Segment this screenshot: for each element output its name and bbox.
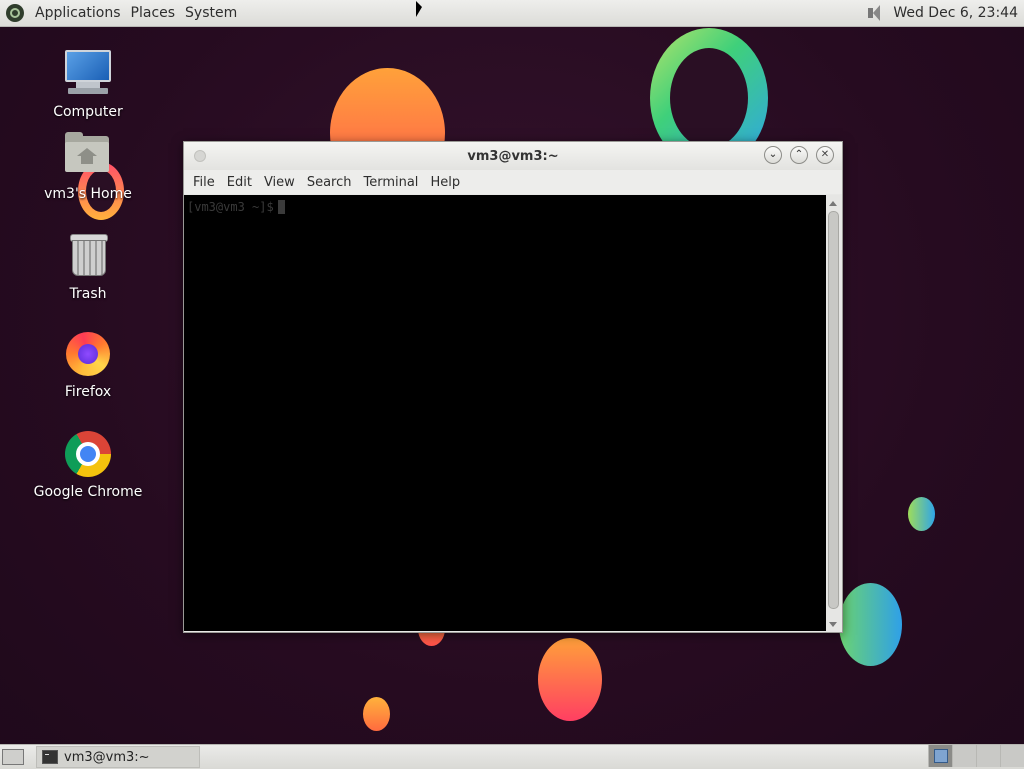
firefox-icon [62, 328, 114, 380]
terminal-prompt: [vm3@vm3 ~]$ [187, 200, 285, 214]
desktop-icon-chrome[interactable]: Google Chrome [33, 428, 143, 500]
workspace-switcher [928, 745, 1024, 769]
menu-terminal[interactable]: Terminal [357, 175, 424, 190]
computer-icon [62, 48, 114, 100]
menu-search[interactable]: Search [301, 175, 358, 190]
prompt-text: [vm3@vm3 ~]$ [187, 200, 274, 214]
menu-edit[interactable]: Edit [221, 175, 258, 190]
distro-logo-icon[interactable] [6, 4, 24, 22]
menu-places[interactable]: Places [126, 5, 181, 21]
desktop-icon-label: Firefox [64, 384, 112, 400]
chrome-icon [62, 428, 114, 480]
desktop-icon-label: Google Chrome [33, 484, 143, 500]
taskbar-item-label: vm3@vm3:~ [64, 749, 150, 765]
maximize-button[interactable]: ⌃ [790, 146, 808, 164]
taskbar-item-terminal[interactable]: vm3@vm3:~ [36, 746, 200, 768]
window-controls: ⌄ ⌃ ✕ [764, 146, 834, 164]
terminal-output[interactable]: [vm3@vm3 ~]$ [184, 195, 826, 631]
workspace-2[interactable] [952, 745, 976, 767]
show-desktop-icon[interactable] [2, 749, 24, 765]
workspace-1[interactable] [928, 745, 952, 767]
workspace-4[interactable] [1000, 745, 1024, 767]
window-menu-icon[interactable] [194, 150, 206, 162]
minimize-button[interactable]: ⌄ [764, 146, 782, 164]
window-title: vm3@vm3:~ [467, 148, 559, 164]
desktop-icon-trash[interactable]: Trash [33, 230, 143, 302]
top-panel: Applications Places System Wed Dec 6, 23… [0, 0, 1024, 27]
mouse-pointer-icon [416, 1, 422, 17]
desktop-icon-firefox[interactable]: Firefox [33, 328, 143, 400]
panel-tray: Wed Dec 6, 23:44 [865, 4, 1024, 22]
wallpaper-orange-blob-bottom [538, 638, 602, 721]
home-folder-icon [62, 130, 114, 182]
wallpaper-green-blob [839, 583, 902, 666]
menu-help[interactable]: Help [424, 175, 466, 190]
scroll-down-arrow-icon[interactable] [829, 622, 837, 627]
menu-applications[interactable]: Applications [30, 5, 126, 21]
wallpaper-tiny-blob [363, 697, 390, 731]
desktop-icon-label: Trash [69, 286, 107, 302]
terminal-icon [42, 750, 58, 764]
desktop-icon-label: vm3's Home [44, 186, 132, 202]
volume-icon[interactable] [865, 4, 885, 22]
trash-icon [62, 230, 114, 282]
desktop-icon-label: Computer [53, 104, 123, 120]
terminal-window[interactable]: vm3@vm3:~ ⌄ ⌃ ✕ File Edit View Search Te… [183, 141, 843, 633]
terminal-scrollbar[interactable] [826, 195, 840, 631]
bottom-panel: vm3@vm3:~ [0, 744, 1024, 769]
workspace-3[interactable] [976, 745, 1000, 767]
terminal-menubar: File Edit View Search Terminal Help [184, 170, 842, 194]
desktop-icon-computer[interactable]: Computer [33, 48, 143, 120]
menu-system[interactable]: System [180, 5, 242, 21]
menu-view[interactable]: View [258, 175, 301, 190]
wallpaper-small-blob [908, 497, 935, 531]
clock[interactable]: Wed Dec 6, 23:44 [893, 5, 1018, 21]
desktop-icon-home[interactable]: vm3's Home [33, 130, 143, 202]
close-button[interactable]: ✕ [816, 146, 834, 164]
scrollbar-thumb[interactable] [828, 211, 839, 609]
text-cursor [277, 200, 285, 214]
scroll-up-arrow-icon[interactable] [829, 201, 837, 206]
menu-file[interactable]: File [187, 175, 221, 190]
window-titlebar[interactable]: vm3@vm3:~ ⌄ ⌃ ✕ [184, 142, 842, 170]
